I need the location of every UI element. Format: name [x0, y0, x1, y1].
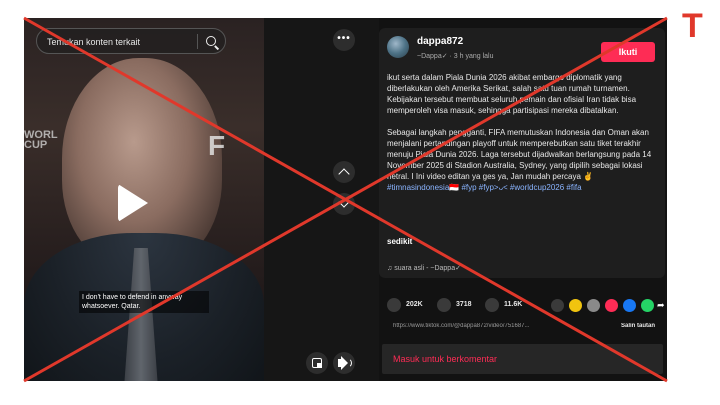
- search-divider: [197, 34, 198, 49]
- search-icon-handle: [214, 45, 220, 50]
- facebook-icon[interactable]: [623, 299, 636, 312]
- comment-box[interactable]: Masuk untuk berkomentar: [382, 344, 663, 374]
- comment-login-prompt[interactable]: Masuk untuk berkomentar: [393, 354, 497, 364]
- previous-video-button[interactable]: [333, 161, 355, 183]
- more-options-button[interactable]: •••: [333, 29, 355, 51]
- post-card: dappa872 ~Dappa✓ · 3 h yang lalu Ikuti i…: [379, 28, 665, 278]
- author-meta: ~Dappa✓ · 3 h yang lalu: [417, 53, 494, 60]
- tiktok-web-screenshot: WORL CUP F I don't have to defend in any…: [24, 18, 667, 381]
- action-bar: 202K 3718 11.6K ➦: [387, 298, 665, 314]
- details-panel: dappa872 ~Dappa✓ · 3 h yang lalu Ikuti i…: [379, 18, 667, 381]
- bookmark-icon: [485, 298, 499, 312]
- chevron-down-icon: [338, 196, 350, 208]
- caption-paragraph: ikut serta dalam Piala Dunia 2026 akibat…: [387, 73, 637, 115]
- heart-icon: [387, 298, 401, 312]
- copy-link-icon[interactable]: [587, 299, 600, 312]
- picture-in-picture-icon: [312, 358, 322, 368]
- send-icon[interactable]: [605, 299, 618, 312]
- stamp-letter: T: [682, 7, 703, 45]
- avatar[interactable]: [387, 36, 409, 58]
- search-bar[interactable]: [36, 28, 226, 54]
- video-subtitle: I don't have to defend in anyway whatsoe…: [79, 291, 209, 313]
- screenshot-stage: WORL CUP F I don't have to defend in any…: [0, 0, 720, 405]
- video-area: WORL CUP F I don't have to defend in any…: [24, 18, 379, 381]
- copy-link-button[interactable]: Salin tautan: [621, 323, 655, 329]
- music-info[interactable]: ♫ suara asli - ~Dappa✓: [387, 264, 461, 272]
- search-input[interactable]: [47, 35, 197, 49]
- video-player[interactable]: WORL CUP F I don't have to defend in any…: [24, 18, 264, 381]
- whatsapp-icon[interactable]: [641, 299, 654, 312]
- hashtags[interactable]: #timnasindonesia🇮🇩 #fyp #fyp>ᴗ< #worldcu…: [387, 183, 582, 192]
- caption-text: Sebagai langkah pengganti, FIFA memutusk…: [387, 128, 652, 181]
- volume-button[interactable]: [333, 352, 355, 374]
- link-bar: https://www.tiktok.com/@dappa872/video/7…: [387, 323, 665, 331]
- see-more-link[interactable]: sedikit: [387, 237, 412, 246]
- chevron-up-icon: [338, 168, 350, 180]
- next-video-button[interactable]: [333, 193, 355, 215]
- background-logo: F: [208, 130, 226, 161]
- follow-button[interactable]: Ikuti: [601, 42, 655, 62]
- save-count: 11.6K: [504, 301, 523, 308]
- play-icon[interactable]: [118, 184, 148, 222]
- speaker-icon: [338, 359, 343, 367]
- share-arrow-icon[interactable]: ➦: [657, 299, 667, 312]
- picture-in-picture-button[interactable]: [306, 352, 328, 374]
- video-url[interactable]: https://www.tiktok.com/@dappa872/video/7…: [393, 323, 530, 329]
- author-username[interactable]: dappa872: [417, 36, 463, 47]
- caption-paragraph: Sebagai langkah pengganti, FIFA memutusk…: [387, 127, 657, 193]
- emoji-share-icon[interactable]: [569, 299, 582, 312]
- embed-icon[interactable]: [551, 299, 564, 312]
- like-count: 202K: [406, 301, 423, 308]
- sound-wave-icon: [346, 358, 352, 368]
- background-text: WORL CUP: [24, 129, 58, 151]
- post-caption: ikut serta dalam Piala Dunia 2026 akibat…: [387, 72, 657, 193]
- search-button[interactable]: [203, 33, 221, 51]
- comment-count: 3718: [456, 301, 472, 308]
- comment-icon: [437, 298, 451, 312]
